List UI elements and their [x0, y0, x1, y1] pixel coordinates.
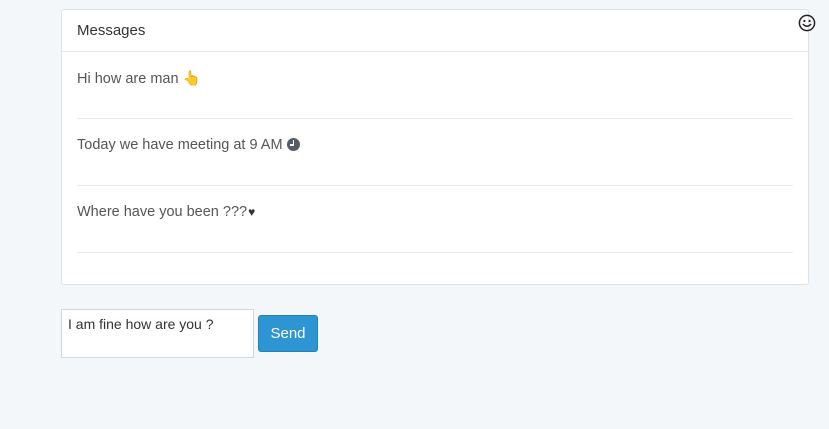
- pointing-hand-icon: 👆: [182, 71, 201, 87]
- message-item: Hi how are man 👆: [77, 52, 793, 119]
- messages-panel: Messages Hi how are man 👆 Today we have m…: [61, 9, 809, 285]
- heart-icon: ♥: [248, 205, 256, 219]
- panel-title: Messages: [62, 10, 808, 52]
- clock-icon: [286, 138, 300, 151]
- message-text: Today we have meeting at 9 AM: [77, 137, 283, 153]
- message-list: Hi how are man 👆 Today we have meeting at…: [62, 52, 808, 253]
- message-item: Today we have meeting at 9 AM: [77, 119, 793, 186]
- message-item: Where have you been ???♥: [77, 186, 793, 253]
- reply-input[interactable]: I am fine how are you ?: [61, 309, 254, 358]
- smiley-icon[interactable]: [798, 14, 816, 32]
- message-text: Where have you been ???: [77, 204, 248, 220]
- message-text: Hi how are man: [77, 71, 179, 87]
- send-button[interactable]: Send: [258, 315, 318, 352]
